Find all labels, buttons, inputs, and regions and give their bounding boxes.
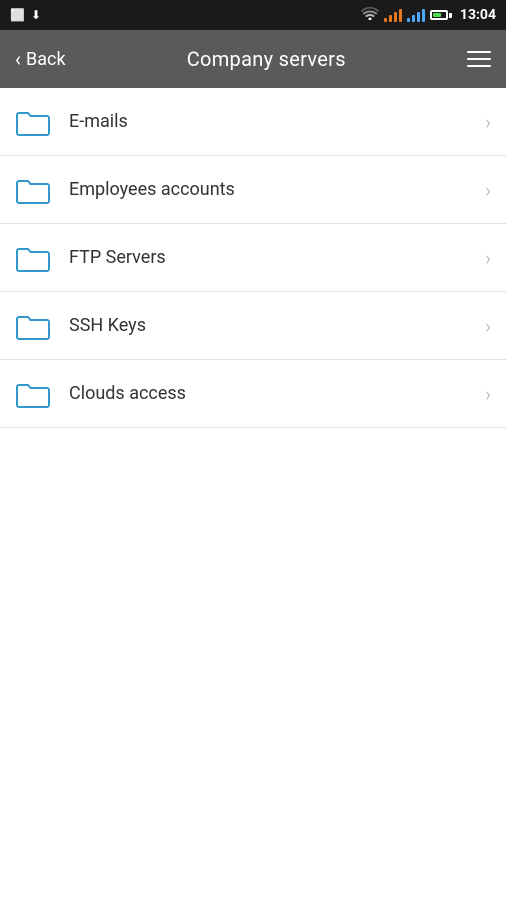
list-item-ftp-servers[interactable]: FTP Servers› (0, 224, 506, 292)
list-item-emails[interactable]: E-mails› (0, 88, 506, 156)
status-bar: ⬜ ⬇ (0, 0, 506, 30)
item-label: FTP Servers (69, 247, 485, 268)
hamburger-icon (467, 58, 491, 60)
status-bar-left: ⬜ ⬇ (10, 8, 41, 22)
download-icon: ⬇ (31, 8, 41, 22)
status-bar-right: 13:04 (361, 6, 496, 24)
list-item-clouds-access[interactable]: Clouds access› (0, 360, 506, 428)
wifi-icon (361, 6, 379, 24)
chevron-right-icon: › (485, 110, 491, 134)
navbar: ‹ Back Company servers (0, 30, 506, 88)
signal-orange-icon (384, 8, 402, 22)
folder-icon (15, 107, 51, 137)
list-item-employees-accounts[interactable]: Employees accounts› (0, 156, 506, 224)
signal-blue-icon (407, 8, 425, 22)
back-label: Back (26, 49, 66, 70)
chevron-right-icon: › (485, 314, 491, 338)
chevron-right-icon: › (485, 382, 491, 406)
folder-icon (15, 311, 51, 341)
item-label: E-mails (69, 111, 485, 132)
item-label: SSH Keys (69, 315, 485, 336)
screenshot-icon: ⬜ (10, 8, 25, 22)
battery-icon (430, 10, 452, 20)
folder-icon (15, 243, 51, 273)
list-item-ssh-keys[interactable]: SSH Keys› (0, 292, 506, 360)
item-label: Clouds access (69, 383, 485, 404)
status-time: 13:04 (460, 7, 496, 23)
folder-list: E-mails› Employees accounts› FTP Servers… (0, 88, 506, 428)
chevron-right-icon: › (485, 178, 491, 202)
hamburger-icon (467, 65, 491, 67)
chevron-right-icon: › (485, 246, 491, 270)
item-label: Employees accounts (69, 179, 485, 200)
folder-icon (15, 379, 51, 409)
menu-button[interactable] (467, 51, 491, 67)
page-title: Company servers (187, 47, 346, 71)
back-arrow-icon: ‹ (15, 47, 21, 71)
folder-icon (15, 175, 51, 205)
hamburger-icon (467, 51, 491, 53)
back-button[interactable]: ‹ Back (15, 47, 66, 71)
